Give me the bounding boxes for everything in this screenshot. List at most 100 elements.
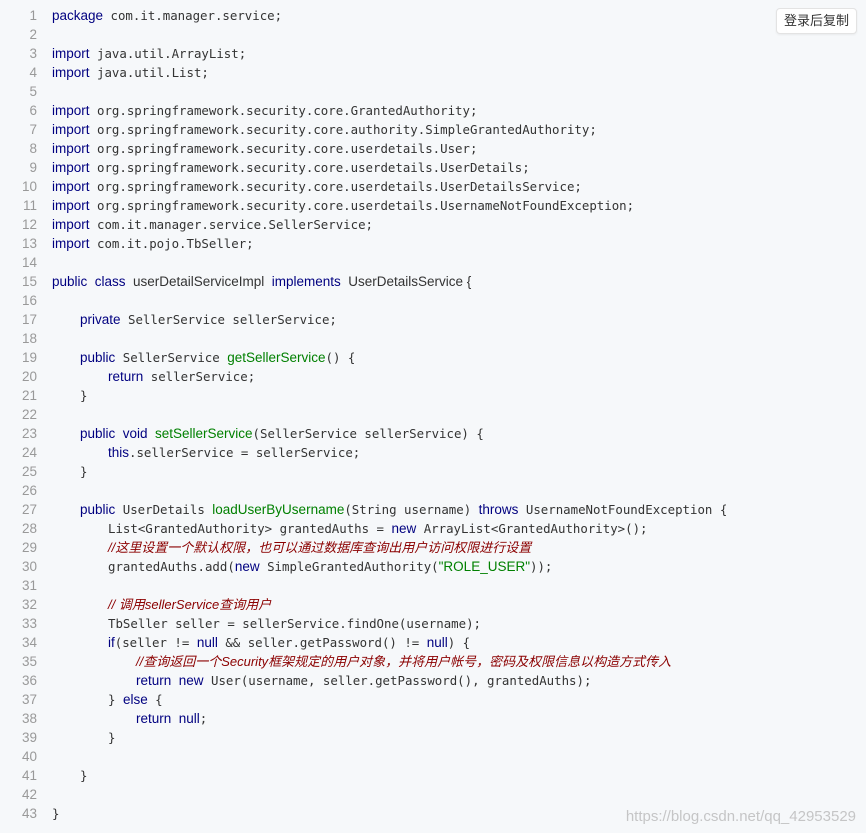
line-number: 32 bbox=[21, 597, 37, 612]
keyword-token: public bbox=[80, 350, 116, 365]
keyword-token: null bbox=[196, 635, 218, 650]
keyword-token: this bbox=[108, 445, 130, 460]
code-text: public void setSellerService(SellerServi… bbox=[80, 424, 484, 443]
code-line: 21} bbox=[0, 386, 866, 405]
line-number: 4 bbox=[29, 65, 37, 80]
comment-token: // 调用sellerService查询用户 bbox=[108, 597, 272, 612]
code-text: import java.util.ArrayList; bbox=[52, 44, 246, 63]
method-name-token: getSellerService bbox=[227, 350, 326, 365]
code-text: } bbox=[80, 386, 87, 405]
keyword-token: package bbox=[52, 8, 104, 23]
keyword-token: import bbox=[52, 198, 90, 213]
code-line: 13 import com.it.pojo.TbSeller; bbox=[0, 234, 866, 253]
line-number: 37 bbox=[21, 692, 37, 707]
code-text: public UserDetails loadUserByUsername(St… bbox=[80, 500, 727, 519]
line-number: 39 bbox=[21, 730, 37, 745]
code-token: ; bbox=[199, 711, 208, 726]
code-token: List<GrantedAuthority> grantedAuths = bbox=[108, 521, 385, 536]
code-text: //查询返回一个Security框架规定的用户对象，并将用户帐号，密码及权限信息… bbox=[136, 652, 671, 671]
code-token: org.springframework.security.core.userde… bbox=[96, 160, 530, 175]
code-token: (String username) bbox=[344, 502, 472, 517]
code-token: } bbox=[80, 768, 88, 783]
code-text: grantedAuths.add(new SimpleGrantedAuthor… bbox=[108, 557, 552, 576]
line-number: 3 bbox=[29, 46, 37, 61]
code-line: 29 //这里设置一个默认权限，也可以通过数据库查询出用户访问权限进行设置 bbox=[0, 538, 866, 557]
code-line: 35 //查询返回一个Security框架规定的用户对象，并将用户帐号，密码及权限… bbox=[0, 652, 866, 671]
code-line: 38 return null; bbox=[0, 709, 866, 728]
code-text: import org.springframework.security.core… bbox=[52, 120, 597, 139]
code-line: 41} bbox=[0, 766, 866, 785]
watermark: https://blog.csdn.net/qq_42953529 bbox=[625, 808, 856, 825]
keyword-token: import bbox=[52, 122, 90, 137]
code-text: this.sellerService = sellerService; bbox=[108, 443, 360, 462]
line-number: 14 bbox=[21, 255, 37, 270]
line-number: 33 bbox=[21, 616, 37, 631]
code-token: com.it.manager.service.SellerService; bbox=[96, 217, 373, 232]
code-line: 15 public class userDetailServiceImpl imp… bbox=[0, 272, 866, 291]
keyword-token: import bbox=[52, 103, 90, 118]
line-number: 40 bbox=[21, 749, 37, 764]
line-number: 6 bbox=[29, 103, 37, 118]
code-text: import org.springframework.security.core… bbox=[52, 177, 582, 196]
keyword-token: return bbox=[108, 369, 144, 384]
copy-code-button[interactable]: 登录后复制 bbox=[775, 8, 857, 34]
code-text: List<GrantedAuthority> grantedAuths = ne… bbox=[108, 519, 648, 538]
code-token: TbSeller seller = sellerService.findOne(… bbox=[108, 616, 481, 631]
code-line: 32 // 调用sellerService查询用户 bbox=[0, 595, 866, 614]
line-number: 36 bbox=[21, 673, 37, 688]
code-area[interactable]: 1 package com.it.manager.service; 2 3 import… bbox=[0, 6, 866, 823]
code-token: { bbox=[155, 692, 163, 707]
code-line: 30 grantedAuths.add(new SimpleGrantedAuth… bbox=[0, 557, 866, 576]
code-line: 24 this.sellerService = sellerService; bbox=[0, 443, 866, 462]
line-number: 19 bbox=[21, 350, 37, 365]
line-number: 23 bbox=[21, 426, 37, 441]
code-line: 4 import java.util.List; bbox=[0, 63, 866, 82]
code-line: 5 bbox=[0, 82, 866, 101]
string-token: "ROLE_USER" bbox=[438, 559, 531, 574]
code-token: } bbox=[80, 388, 88, 403]
code-text: } bbox=[80, 766, 87, 785]
keyword-token: return bbox=[136, 673, 172, 688]
code-text: TbSeller seller = sellerService.findOne(… bbox=[108, 614, 481, 633]
code-token: org.springframework.security.core.author… bbox=[96, 122, 597, 137]
code-line: 11 import org.springframework.security.co… bbox=[0, 196, 866, 215]
code-token: org.springframework.security.core.userde… bbox=[96, 179, 582, 194]
code-line: 37} else { bbox=[0, 690, 866, 709]
line-number: 28 bbox=[21, 521, 37, 536]
code-text: public SellerService getSellerService() … bbox=[80, 348, 355, 367]
code-token: } bbox=[108, 692, 116, 707]
keyword-token: implements bbox=[271, 274, 341, 289]
code-line: 26 bbox=[0, 481, 866, 500]
code-text: import com.it.pojo.TbSeller; bbox=[52, 234, 254, 253]
code-line: 36 return new User(username, seller.getPa… bbox=[0, 671, 866, 690]
code-block: 1 package com.it.manager.service; 2 3 import… bbox=[0, 0, 866, 833]
method-name-token: loadUserByUsername bbox=[212, 502, 345, 517]
code-line: 9 import org.springframework.security.cor… bbox=[0, 158, 866, 177]
line-number: 43 bbox=[21, 806, 37, 821]
code-token: UserDetailsService { bbox=[348, 274, 472, 289]
line-number: 25 bbox=[21, 464, 37, 479]
code-token: org.springframework.security.core.userde… bbox=[96, 141, 478, 156]
code-line: 42 bbox=[0, 785, 866, 804]
code-text: return null; bbox=[136, 709, 207, 728]
code-text: private SellerService sellerService; bbox=[80, 310, 337, 329]
code-line: 17 private SellerService sellerService; bbox=[0, 310, 866, 329]
code-line: 14 bbox=[0, 253, 866, 272]
code-line: 28 List<GrantedAuthority> grantedAuths = … bbox=[0, 519, 866, 538]
line-number: 35 bbox=[21, 654, 37, 669]
code-line: 23 public void setSellerService(SellerSer… bbox=[0, 424, 866, 443]
keyword-token: void bbox=[122, 426, 148, 441]
line-number: 41 bbox=[21, 768, 37, 783]
line-number: 17 bbox=[21, 312, 37, 327]
code-text: return new User(username, seller.getPass… bbox=[136, 671, 591, 690]
keyword-token: new bbox=[178, 673, 204, 688]
line-number: 30 bbox=[21, 559, 37, 574]
line-number: 8 bbox=[29, 141, 37, 156]
line-number: 1 bbox=[29, 8, 37, 23]
keyword-token: else bbox=[122, 692, 148, 707]
line-number: 31 bbox=[21, 578, 37, 593]
code-line: 6 import org.springframework.security.cor… bbox=[0, 101, 866, 120]
code-text: return sellerService; bbox=[108, 367, 255, 386]
code-text: } bbox=[52, 804, 59, 823]
line-number: 18 bbox=[21, 331, 37, 346]
